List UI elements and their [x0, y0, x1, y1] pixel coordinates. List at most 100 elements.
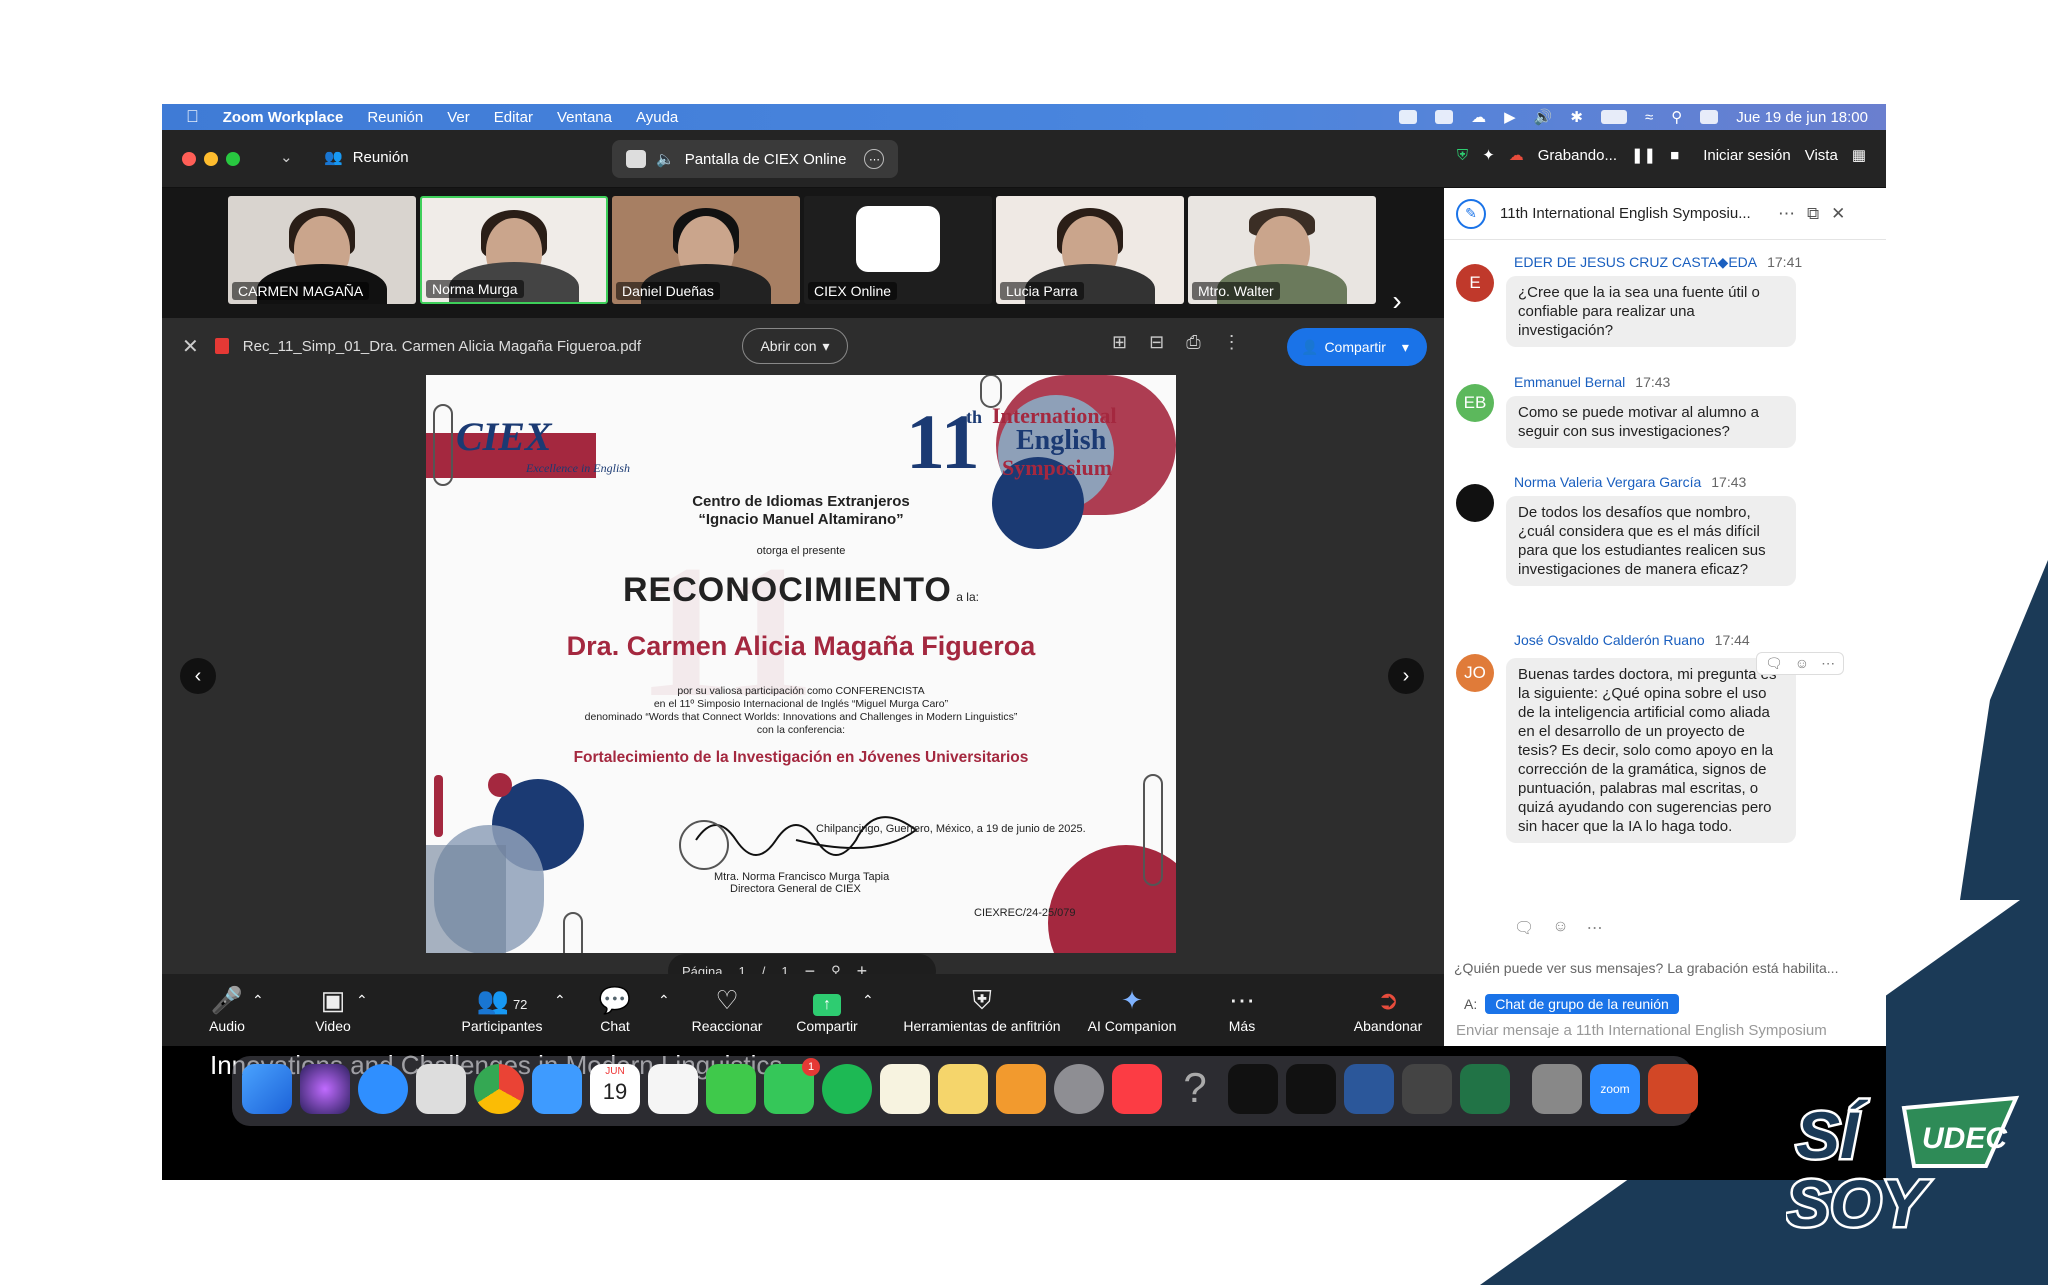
participant-tile[interactable]: Mtro. Walter [1188, 196, 1376, 304]
apple-tv-icon[interactable] [1286, 1064, 1336, 1114]
menu-item-ayuda[interactable]: Ayuda [636, 109, 678, 126]
participant-tile[interactable]: CIEX Online [804, 196, 992, 304]
word-icon[interactable] [1344, 1064, 1394, 1114]
apple-icon[interactable]:  [186, 107, 199, 127]
launchpad-icon[interactable] [416, 1064, 466, 1114]
share-file-button[interactable]: 👤 Compartir ▾ [1287, 328, 1427, 366]
menu-item-editar[interactable]: Editar [494, 109, 533, 126]
wifi-icon[interactable]: ≈ [1645, 109, 1653, 126]
screen-share-indicator[interactable]: 🔈 Pantalla de CIEX Online ⋯ [612, 140, 898, 178]
message-author[interactable]: Emmanuel Bernal [1514, 374, 1625, 390]
menu-app-name[interactable]: Zoom Workplace [223, 109, 344, 126]
message-author[interactable]: Norma Valeria Vergara García [1514, 474, 1701, 490]
siri-icon[interactable] [300, 1064, 350, 1114]
music-icon[interactable] [1112, 1064, 1162, 1114]
chrome-icon[interactable] [474, 1064, 524, 1114]
battery-icon[interactable] [1600, 110, 1627, 124]
zoom-window-button[interactable] [226, 152, 240, 166]
host-tools-button[interactable]: ⛨ Herramientas de anfitrión [894, 982, 1070, 1034]
chat-message-input[interactable]: Enviar mensaje a 11th International Engl… [1456, 1022, 1827, 1039]
participant-tile-active-speaker[interactable]: Norma Murga [420, 196, 608, 304]
add-to-drive-icon[interactable]: ⊞ [1112, 332, 1127, 353]
participant-tile[interactable]: Daniel Dueñas [612, 196, 800, 304]
accessibility-icon[interactable] [1435, 110, 1454, 124]
audio-caret-icon[interactable]: ⌃ [252, 992, 264, 1009]
view-button[interactable]: Vista [1805, 147, 1838, 164]
avatar[interactable]: EB [1456, 384, 1494, 422]
finder-icon[interactable] [242, 1064, 292, 1114]
comment-icon[interactable]: ⊟ [1149, 332, 1164, 353]
avatar[interactable]: E [1456, 264, 1494, 302]
emoji-icon[interactable]: ☺ [1552, 918, 1568, 938]
reply-icon[interactable]: 🗨 [1765, 655, 1783, 672]
help-icon[interactable]: ? [1170, 1064, 1220, 1114]
zoom-fit-icon[interactable]: ⚲ [831, 963, 841, 974]
mission-control-icon[interactable] [1228, 1064, 1278, 1114]
menu-item-ver[interactable]: Ver [447, 109, 470, 126]
close-icon[interactable]: ✕ [182, 334, 199, 359]
books-icon[interactable] [996, 1064, 1046, 1114]
react-button[interactable]: ♡ Reaccionar [682, 982, 772, 1034]
video-caret-icon[interactable]: ⌃ [356, 992, 368, 1009]
zoom-in-icon[interactable]: + [857, 961, 868, 975]
datetime[interactable]: Jue 19 de jun 18:00 [1736, 109, 1868, 126]
more-options-icon[interactable]: ⋯ [864, 149, 885, 169]
reminders-icon[interactable] [648, 1064, 698, 1114]
page-current[interactable]: 1 [738, 964, 745, 975]
zoom-app-icon[interactable]: zoom [1590, 1064, 1640, 1114]
meeting-info[interactable]: 👥 Reunión [324, 148, 409, 167]
messages-icon[interactable] [706, 1064, 756, 1114]
share-caret-icon[interactable]: ⌃ [862, 992, 874, 1009]
emoji-icon[interactable]: ☺ [1795, 655, 1809, 672]
more-vert-icon[interactable]: ⋮ [1223, 332, 1241, 353]
menu-item-reunion[interactable]: Reunión [367, 109, 423, 126]
participants-button[interactable]: 👥 72 Participantes [452, 982, 552, 1034]
avatar[interactable] [1456, 484, 1494, 522]
message-author[interactable]: EDER DE JESUS CRUZ CASTA◆EDA [1514, 254, 1757, 270]
close-icon[interactable]: ✕ [1831, 204, 1845, 224]
signin-button[interactable]: Iniciar sesión [1703, 147, 1791, 164]
preview-icon[interactable] [1532, 1064, 1582, 1114]
zoom-out-icon[interactable]: − [805, 961, 816, 975]
excel-icon[interactable] [1460, 1064, 1510, 1114]
ai-companion-button[interactable]: ✦ AI Companion [1082, 982, 1182, 1034]
mail-icon[interactable] [532, 1064, 582, 1114]
settings-icon[interactable] [1054, 1064, 1104, 1114]
minimize-window-button[interactable] [204, 152, 218, 166]
stickies-icon[interactable] [938, 1064, 988, 1114]
more-button[interactable]: ⋯ Más [1212, 982, 1272, 1034]
menu-item-ventana[interactable]: Ventana [557, 109, 612, 126]
open-with-button[interactable]: Abrir con ▾ [742, 328, 848, 364]
volume-icon[interactable]: 🔊 [1534, 108, 1553, 126]
message-author[interactable]: José Osvaldo Calderón Ruano [1514, 632, 1705, 648]
chevron-down-icon[interactable]: ⌄ [280, 148, 293, 166]
pop-out-icon[interactable]: ⧉ [1807, 204, 1819, 224]
zoom-status-icon[interactable] [1399, 110, 1418, 124]
more-horiz-icon[interactable]: ⋯ [1821, 655, 1835, 672]
recipient-dropdown[interactable]: Chat de grupo de la reunión [1485, 994, 1679, 1014]
chat-visibility-note[interactable]: ¿Quién puede ver sus mensajes? La grabac… [1454, 960, 1838, 976]
more-horiz-icon[interactable]: ⋯ [1587, 918, 1603, 938]
stop-icon[interactable]: ■ [1670, 147, 1679, 164]
sparkle-icon[interactable]: ✦ [1482, 146, 1495, 164]
safari-icon[interactable] [358, 1064, 408, 1114]
pause-icon[interactable]: ❚❚ [1631, 146, 1656, 164]
print-icon[interactable]: ⎙ [1186, 332, 1200, 353]
facetime-icon[interactable]: 1 [764, 1058, 820, 1114]
grid-icon[interactable]: ▦ [1852, 146, 1866, 164]
leave-button[interactable]: ➲ Abandonar [1348, 982, 1428, 1034]
chat-caret-icon[interactable]: ⌃ [658, 992, 670, 1009]
play-icon[interactable]: ▶ [1504, 108, 1516, 126]
search-icon[interactable]: ⚲ [1671, 108, 1682, 126]
spotify-icon[interactable] [822, 1064, 872, 1114]
pdf-next-button[interactable]: › [1388, 658, 1424, 694]
participant-tile[interactable]: Lucia Parra [996, 196, 1184, 304]
avatar[interactable]: JO [1456, 654, 1494, 692]
share-screen-button[interactable]: ↑ Compartir [784, 982, 870, 1034]
powerpoint-icon[interactable] [1648, 1064, 1698, 1114]
notes-icon[interactable] [880, 1064, 930, 1114]
bluetooth-icon[interactable]: ✱ [1570, 108, 1583, 126]
close-window-button[interactable] [182, 152, 196, 166]
control-center-icon[interactable] [1700, 110, 1719, 124]
cloud-icon[interactable]: ☁ [1471, 108, 1486, 126]
